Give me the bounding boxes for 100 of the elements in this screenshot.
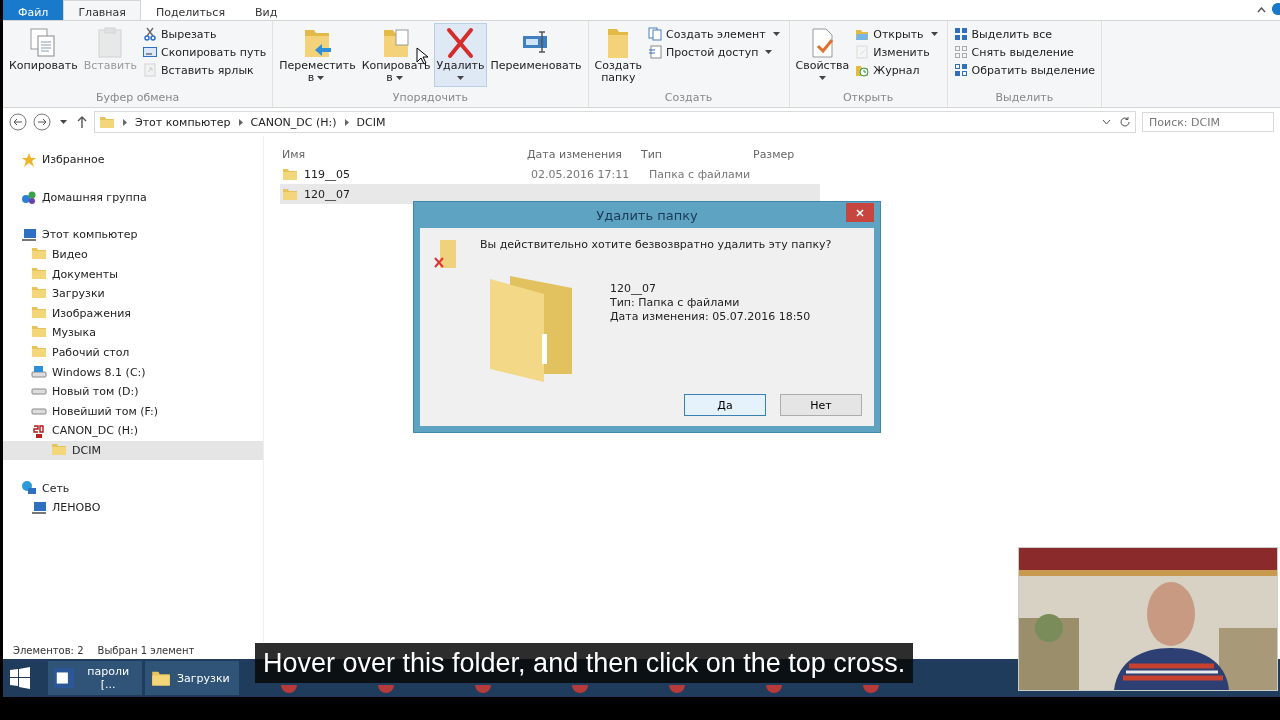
- folder-icon: [31, 323, 47, 340]
- ribbon-button[interactable]: Переместить в: [277, 23, 358, 87]
- ribbon-button[interactable]: Снять выделение: [951, 44, 1098, 60]
- column-header[interactable]: Имя: [280, 147, 525, 161]
- homegroup-icon: [21, 189, 37, 206]
- ribbon-tab[interactable]: Файл: [3, 0, 64, 20]
- group-label: Открыть: [841, 91, 895, 106]
- sidebar-item[interactable]: Домашняя группа: [3, 187, 263, 208]
- sidebar-item[interactable]: ЛЕНОВО: [3, 497, 263, 518]
- close-icon: [856, 208, 864, 217]
- ribbon-tab[interactable]: Поделиться: [140, 0, 241, 20]
- chevron-up-icon[interactable]: [1257, 7, 1266, 13]
- selection-count: Выбран 1 элемент: [97, 645, 195, 656]
- ribbon-button[interactable]: Скопировать путь: [141, 44, 269, 60]
- ribbon-tab[interactable]: Вид: [240, 0, 293, 20]
- drive-icon: [31, 388, 47, 396]
- select-none-icon: [953, 45, 968, 59]
- drive-icon: [31, 407, 47, 415]
- table-cell-text: Папка с файлами: [648, 167, 752, 181]
- sidebar-item[interactable]: Видео: [3, 244, 263, 265]
- easy-access-icon: [648, 45, 663, 59]
- ribbon-button[interactable]: Простой доступ: [646, 44, 785, 60]
- column-header[interactable]: Размер: [751, 147, 821, 161]
- sidebar-item[interactable]: Этот компьютер: [3, 225, 263, 245]
- ribbon-button[interactable]: Копировать: [7, 23, 80, 75]
- folder-icon: [51, 441, 67, 457]
- back-icon[interactable]: [9, 113, 27, 131]
- ribbon-button[interactable]: Обратить выделение: [951, 62, 1098, 78]
- shortcut-icon: [143, 63, 157, 77]
- folder-icon: [31, 284, 47, 301]
- file-row[interactable]: 120__07: [280, 184, 820, 204]
- dialog-question: Вы действительно хотите безвозвратно удалить эту папку?: [480, 238, 833, 253]
- forward-icon[interactable]: [33, 113, 51, 131]
- folder-icon: [31, 343, 47, 360]
- address-bar[interactable]: Этот компьютер CANON_DC (H:) DCIM: [94, 111, 1136, 133]
- windows-logo-icon: [9, 667, 31, 689]
- ribbon-button[interactable]: Журнал: [853, 62, 943, 78]
- ribbon-button[interactable]: Переименовать: [488, 23, 584, 75]
- up-arrow-icon[interactable]: [76, 115, 88, 129]
- file-name: 120__07: [304, 187, 350, 201]
- select-all-icon: [953, 27, 968, 41]
- folder-date: Дата изменения: 05.07.2016 18:50: [610, 310, 812, 323]
- document-app-icon: [54, 667, 75, 689]
- new-item-icon: [648, 27, 663, 41]
- file-row[interactable]: 119__05 02.05.2016 17:11 Папка с файлами: [280, 164, 820, 184]
- ribbon-button[interactable]: Выделить все: [951, 26, 1098, 42]
- search-field[interactable]: Поиск: DCIM: [1142, 112, 1274, 132]
- computer-icon: [31, 499, 47, 516]
- taskbar-button[interactable]: Загрузки: [145, 661, 239, 695]
- chevron-right-icon: [344, 118, 349, 126]
- network-icon: [21, 480, 37, 497]
- chevron-right-icon: [123, 118, 127, 126]
- dialog-title: Удалить папку: [596, 207, 698, 223]
- computer-icon: [21, 227, 37, 243]
- scissors-icon: [143, 27, 157, 41]
- sidebar-item[interactable]: Загрузки: [3, 283, 263, 304]
- sidebar-item[interactable]: Новейший том (F:): [3, 401, 263, 422]
- sidebar-item[interactable]: Документы: [3, 264, 263, 284]
- ribbon-button[interactable]: Открыть: [853, 26, 943, 42]
- folder-type: Тип: Папка с файлами: [610, 296, 741, 309]
- taskbar-button[interactable]: пароли [...: [48, 661, 142, 695]
- item-count: Элементов: 2: [13, 645, 84, 656]
- close-button[interactable]: [846, 203, 874, 222]
- ribbon-button[interactable]: Создать элемент: [646, 26, 785, 42]
- breadcrumb[interactable]: CANON_DC (H:): [250, 115, 337, 129]
- dialog-button[interactable]: Нет: [780, 394, 862, 416]
- refresh-icon[interactable]: [1119, 116, 1131, 128]
- breadcrumb[interactable]: DCIM: [356, 115, 386, 129]
- sidebar-item[interactable]: Сеть: [3, 478, 263, 498]
- file-name: 119__05: [304, 167, 350, 181]
- folder-icon: [99, 115, 115, 129]
- breadcrumb[interactable]: Этот компьютер: [135, 115, 231, 129]
- sidebar-item[interactable]: Музыка: [3, 323, 263, 343]
- chevron-down-icon[interactable]: [1102, 119, 1111, 125]
- open-folder-icon: [855, 27, 870, 41]
- sidebar-item[interactable]: CANON_DC (H:): [3, 421, 263, 441]
- caret-icon: [60, 120, 67, 124]
- sidebar-item[interactable]: Windows 8.1 (C:): [3, 362, 263, 382]
- ribbon-button[interactable]: Создать папку: [592, 23, 645, 87]
- invert-selection-icon: [953, 63, 968, 77]
- folder-name: 120__07: [610, 282, 657, 295]
- sidebar-item[interactable]: Избранное: [3, 150, 263, 170]
- sidebar-item[interactable]: Новый том (D:): [3, 381, 263, 402]
- ribbon-tab[interactable]: Главная: [63, 0, 141, 20]
- sidebar-item[interactable]: Рабочий стол: [3, 342, 263, 363]
- ribbon-button[interactable]: Вырезать: [141, 26, 269, 42]
- ribbon-button[interactable]: Удалить: [434, 23, 487, 87]
- history-icon: [855, 63, 870, 77]
- group-label: Буфер обмена: [95, 91, 181, 106]
- edit-icon: [855, 45, 870, 59]
- column-header[interactable]: Дата изменения: [525, 147, 639, 161]
- ribbon-button[interactable]: Свойства: [793, 23, 852, 87]
- subtitle: Hover over this folder, and then click on the top cross.: [255, 643, 914, 683]
- folder-icon: [31, 245, 47, 262]
- sidebar-item[interactable]: Изображения: [3, 303, 263, 324]
- folder-icon: [282, 187, 298, 201]
- sd-card-icon: [31, 422, 47, 439]
- dialog-button[interactable]: Да: [684, 394, 766, 416]
- sidebar-item[interactable]: DCIM: [3, 440, 263, 461]
- column-header[interactable]: Тип: [639, 147, 751, 161]
